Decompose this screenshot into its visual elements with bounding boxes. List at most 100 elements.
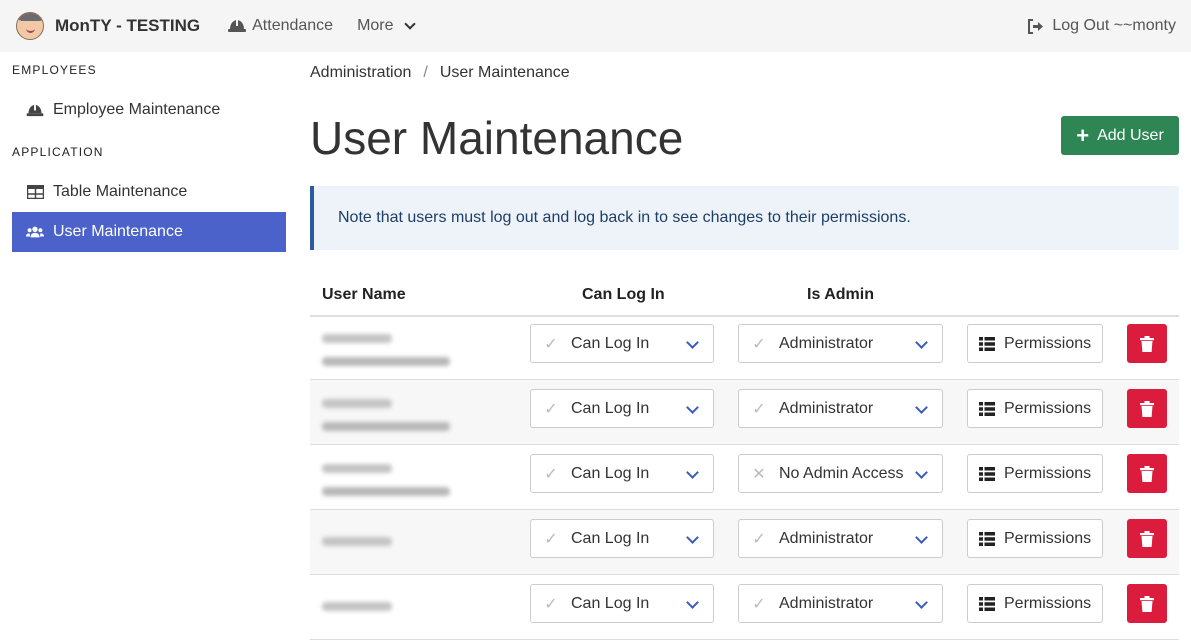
brand-link[interactable]: MonTY - TESTING — [16, 12, 200, 40]
breadcrumb-administration[interactable]: Administration — [310, 64, 411, 81]
table-row: ✓ Can Log In ✓ Administrator Permissions — [310, 510, 1179, 575]
user-name-redacted — [322, 537, 392, 546]
hard-hat-icon — [26, 104, 44, 117]
sidebar-item-label: User Maintenance — [53, 223, 183, 240]
list-icon — [979, 531, 995, 546]
permissions-button[interactable]: Permissions — [967, 389, 1103, 428]
nav-more-label: More — [357, 17, 394, 34]
header-can-log-in: Can Log In — [582, 286, 665, 303]
can-log-in-value: Can Log In — [571, 464, 650, 482]
can-log-in-select[interactable]: ✓ Can Log In — [530, 324, 714, 363]
table-header: User Name Can Log In Is Admin — [310, 286, 1179, 317]
header-is-admin: Is Admin — [807, 286, 874, 303]
chevron-down-icon — [915, 466, 928, 479]
sidebar: EMPLOYEES Employee Maintenance APPLICATI… — [0, 52, 298, 602]
logout-label: Log Out ~~monty — [1052, 17, 1176, 34]
list-icon — [979, 466, 995, 481]
delete-user-button[interactable] — [1127, 324, 1167, 363]
list-icon — [979, 596, 995, 611]
nav-attendance[interactable]: Attendance — [228, 17, 333, 35]
is-admin-select[interactable]: ✓ Administrator — [738, 324, 943, 363]
check-icon: ✓ — [752, 335, 766, 353]
sidebar-item-label: Table Maintenance — [53, 183, 188, 200]
chevron-down-icon — [915, 531, 928, 544]
trash-icon — [1140, 335, 1154, 352]
monty-avatar-icon — [16, 12, 44, 40]
check-icon: ✓ — [544, 465, 558, 483]
permissions-label: Permissions — [1004, 594, 1092, 612]
check-icon: ✓ — [544, 530, 558, 548]
sidebar-heading-employees: EMPLOYEES — [12, 63, 97, 77]
user-name-redacted — [322, 464, 392, 473]
table-row: ✓ Can Log In ✓ Administrator Permissions — [310, 575, 1179, 640]
can-log-in-value: Can Log In — [571, 334, 650, 352]
list-icon — [979, 401, 995, 416]
is-admin-select[interactable]: ✕ No Admin Access — [738, 454, 943, 493]
can-log-in-value: Can Log In — [571, 399, 650, 417]
sidebar-item-label: Employee Maintenance — [53, 101, 221, 118]
delete-user-button[interactable] — [1127, 584, 1167, 623]
permissions-button[interactable]: Permissions — [967, 519, 1103, 558]
table-icon — [26, 185, 44, 199]
sidebar-item-table-maintenance[interactable]: Table Maintenance — [12, 172, 286, 212]
chevron-down-icon — [915, 336, 928, 349]
permissions-label: Permissions — [1004, 399, 1092, 417]
can-log-in-select[interactable]: ✓ Can Log In — [530, 519, 714, 558]
chevron-down-icon — [686, 531, 699, 544]
nav-more-dropdown[interactable]: More — [357, 17, 416, 35]
permissions-button[interactable]: Permissions — [967, 454, 1103, 493]
can-log-in-value: Can Log In — [571, 594, 650, 612]
user-name-redacted — [322, 334, 392, 343]
chevron-down-icon — [915, 401, 928, 414]
page-title: User Maintenance — [310, 112, 684, 164]
brand-title: MonTY - TESTING — [55, 16, 201, 35]
delete-user-button[interactable] — [1127, 454, 1167, 493]
users-icon — [26, 225, 44, 239]
is-admin-value: Administrator — [779, 334, 874, 352]
logout-link[interactable]: Log Out ~~monty — [1027, 0, 1176, 52]
permissions-label: Permissions — [1004, 464, 1092, 482]
is-admin-select[interactable]: ✓ Administrator — [738, 389, 943, 428]
table-row: ✓ Can Log In ✕ No Admin Access Permissions — [310, 445, 1179, 510]
table-row: ✓ Can Log In ✓ Administrator Permissions — [310, 380, 1179, 445]
chevron-down-icon — [915, 596, 928, 609]
permissions-note: Note that users must log out and log bac… — [310, 186, 1179, 250]
is-admin-value: No Admin Access — [779, 464, 904, 482]
check-icon: ✓ — [544, 595, 558, 613]
user-email-redacted — [322, 487, 450, 496]
top-navbar: MonTY - TESTING Attendance More Log Out … — [0, 0, 1191, 52]
check-icon: ✓ — [544, 335, 558, 353]
sidebar-item-user-maintenance[interactable]: User Maintenance — [12, 212, 286, 252]
chevron-down-icon — [686, 336, 699, 349]
nav-attendance-label: Attendance — [252, 17, 334, 34]
delete-user-button[interactable] — [1127, 519, 1167, 558]
trash-icon — [1140, 595, 1154, 612]
chevron-down-icon — [686, 466, 699, 479]
is-admin-select[interactable]: ✓ Administrator — [738, 519, 943, 558]
add-user-button[interactable]: + Add User — [1061, 116, 1179, 155]
add-user-label: Add User — [1097, 126, 1164, 144]
permissions-button[interactable]: Permissions — [967, 324, 1103, 363]
sign-out-icon — [1028, 18, 1044, 34]
can-log-in-select[interactable]: ✓ Can Log In — [530, 584, 714, 623]
check-icon: ✓ — [752, 530, 766, 548]
delete-user-button[interactable] — [1127, 389, 1167, 428]
user-name-redacted — [322, 399, 392, 408]
sidebar-heading-application: APPLICATION — [12, 145, 104, 159]
is-admin-value: Administrator — [779, 529, 874, 547]
can-log-in-select[interactable]: ✓ Can Log In — [530, 389, 714, 428]
user-name-redacted — [322, 602, 392, 611]
trash-icon — [1140, 400, 1154, 417]
breadcrumb-current: User Maintenance — [439, 64, 570, 81]
permissions-button[interactable]: Permissions — [967, 584, 1103, 623]
is-admin-select[interactable]: ✓ Administrator — [738, 584, 943, 623]
breadcrumb-separator: / — [423, 64, 428, 81]
sidebar-item-employee-maintenance[interactable]: Employee Maintenance — [12, 90, 286, 130]
can-log-in-select[interactable]: ✓ Can Log In — [530, 454, 714, 493]
permissions-label: Permissions — [1004, 529, 1092, 547]
permissions-label: Permissions — [1004, 334, 1092, 352]
list-icon — [979, 336, 995, 351]
breadcrumb: Administration / User Maintenance — [310, 64, 570, 82]
is-admin-value: Administrator — [779, 399, 874, 417]
check-icon: ✓ — [752, 400, 766, 418]
